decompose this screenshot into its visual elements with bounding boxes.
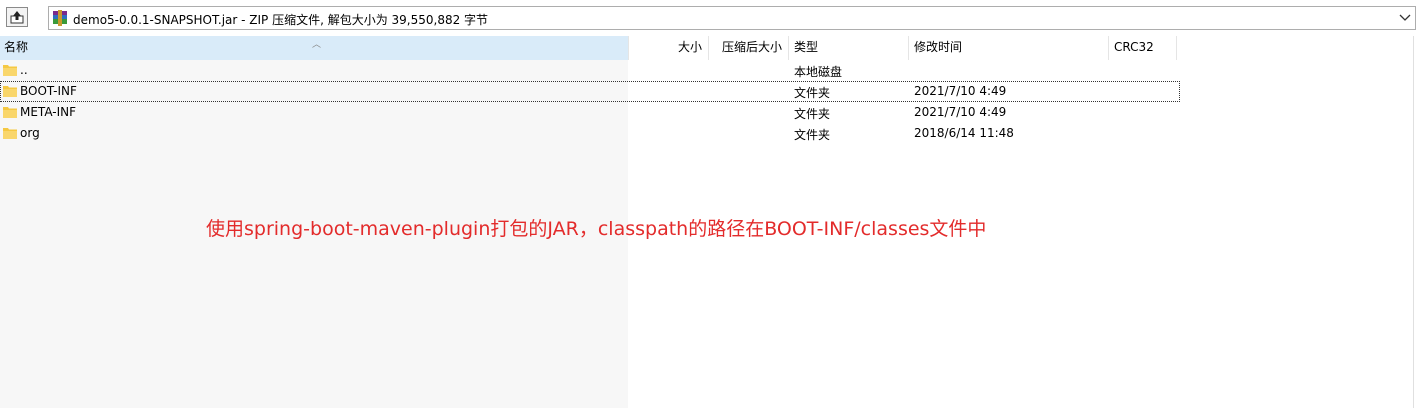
column-divider[interactable] xyxy=(708,36,709,60)
column-header-size[interactable]: 大小 xyxy=(630,36,702,59)
annotation-text: 使用spring-boot-maven-plugin打包的JAR，classpa… xyxy=(206,218,987,240)
file-type: 文件夹 xyxy=(794,128,831,142)
sort-ascending-icon: ︿ xyxy=(312,40,322,50)
file-row-parent[interactable]: .. 本地磁盘 xyxy=(0,60,1180,81)
column-divider[interactable] xyxy=(1176,36,1177,60)
column-header-type[interactable]: 类型 xyxy=(794,36,904,59)
up-one-level-button[interactable] xyxy=(6,7,28,27)
column-header-crc32[interactable]: CRC32 xyxy=(1114,36,1176,59)
column-divider[interactable] xyxy=(628,36,629,60)
file-name: BOOT-INF xyxy=(20,84,77,98)
column-header-modified[interactable]: 修改时间 xyxy=(914,36,1104,59)
file-modified: 2018/6/14 11:48 xyxy=(914,126,1014,140)
vertical-scrollbar[interactable] xyxy=(1413,36,1420,408)
chevron-down-icon[interactable] xyxy=(1399,12,1411,26)
column-header-type-label: 类型 xyxy=(794,40,819,54)
file-row-meta-inf[interactable]: META-INF 文件夹 2021/7/10 4:49 xyxy=(0,102,1180,123)
column-header-size-label: 大小 xyxy=(677,40,702,54)
column-header-row: 名称 ︿ 大小 压缩后大小 类型 修改时间 CRC32 xyxy=(0,36,1420,60)
address-path-text: demo5-0.0.1-SNAPSHOT.jar - ZIP 压缩文件, 解包大… xyxy=(73,13,489,27)
folder-icon xyxy=(3,63,17,77)
folder-icon xyxy=(3,126,17,140)
column-header-packed-size[interactable]: 压缩后大小 xyxy=(710,36,782,59)
column-header-modified-label: 修改时间 xyxy=(914,40,963,54)
column-divider[interactable] xyxy=(788,36,789,60)
column-divider[interactable] xyxy=(1108,36,1109,60)
winrar-archive-icon xyxy=(52,10,68,26)
column-header-crc32-label: CRC32 xyxy=(1114,40,1154,54)
file-modified: 2021/7/10 4:49 xyxy=(914,84,1007,98)
column-header-packed-label: 压缩后大小 xyxy=(721,40,782,54)
file-name: META-INF xyxy=(20,105,77,119)
address-field[interactable]: demo5-0.0.1-SNAPSHOT.jar - ZIP 压缩文件, 解包大… xyxy=(48,6,1416,30)
column-divider[interactable] xyxy=(908,36,909,60)
folder-icon xyxy=(3,84,17,98)
address-bar-row: demo5-0.0.1-SNAPSHOT.jar - ZIP 压缩文件, 解包大… xyxy=(0,0,1420,36)
file-modified: 2021/7/10 4:49 xyxy=(914,105,1007,119)
file-type: 文件夹 xyxy=(794,107,831,121)
column-header-name[interactable]: 名称 ︿ xyxy=(4,36,624,59)
file-row-boot-inf[interactable]: BOOT-INF 文件夹 2021/7/10 4:49 xyxy=(0,81,1180,102)
file-type: 本地磁盘 xyxy=(794,65,843,79)
file-row-org[interactable]: org 文件夹 2018/6/14 11:48 xyxy=(0,123,1180,144)
file-name: .. xyxy=(20,63,28,77)
file-name: org xyxy=(20,126,40,140)
folder-icon xyxy=(3,105,17,119)
file-type: 文件夹 xyxy=(794,86,831,100)
column-header-name-label: 名称 xyxy=(4,40,29,54)
